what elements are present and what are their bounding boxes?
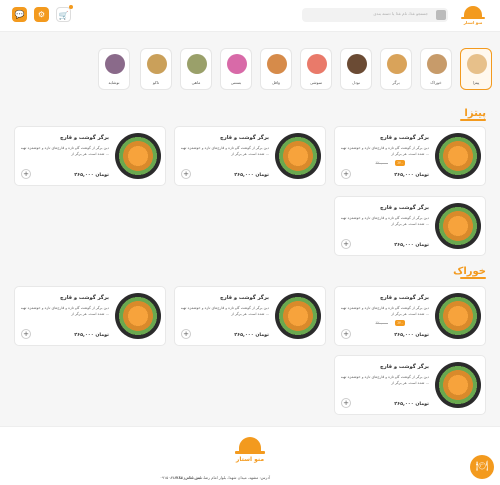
product-card[interactable]: برگر گوشت و قارچ دین برگر از گوشت گاو تاز… bbox=[174, 126, 326, 186]
cart-button[interactable]: 🛒 bbox=[56, 7, 71, 22]
product-card[interactable]: برگر گوشت و قارچ دین برگر از گوشت گاو تاز… bbox=[334, 196, 486, 256]
category-image bbox=[467, 54, 487, 74]
category-0[interactable]: پیتزا bbox=[460, 48, 492, 90]
product-description: دین برگر از گوشت گاو تازه و قارچ‌های تاز… bbox=[340, 375, 429, 385]
support-fab-button[interactable]: 🍽 bbox=[470, 455, 494, 479]
product-image bbox=[435, 133, 481, 179]
product-price: ۲۶۵,۰۰۰ تومان bbox=[74, 173, 109, 178]
old-price: ۳۲۰,۰۰۰ bbox=[375, 321, 388, 325]
product-description: دین برگر از گوشت گاو تازه و قارچ‌های تاز… bbox=[20, 306, 109, 316]
product-price: ۲۶۵,۰۰۰ تومان bbox=[234, 333, 269, 338]
product-card[interactable]: برگر گوشت و قارچ دین برگر از گوشت گاو تاز… bbox=[334, 355, 486, 415]
category-image bbox=[227, 54, 247, 74]
category-image bbox=[147, 54, 167, 74]
product-name: برگر گوشت و قارچ bbox=[380, 295, 429, 301]
product-price: ۲۶۵,۰۰۰ تومان bbox=[234, 173, 269, 178]
top-header: منو استار جستجو غذا، نام غذا یا دسته بند… bbox=[0, 0, 500, 32]
product-name: برگر گوشت و قارچ bbox=[60, 295, 109, 301]
search-input[interactable]: جستجو غذا، نام غذا یا دسته بندی bbox=[302, 8, 448, 22]
add-to-cart-button[interactable]: + bbox=[181, 169, 191, 179]
old-price: ۳۲۰,۰۰۰ bbox=[375, 161, 388, 165]
category-label: سوشی bbox=[309, 80, 323, 85]
category-image bbox=[387, 54, 407, 74]
product-name: برگر گوشت و قارچ bbox=[60, 135, 109, 141]
add-to-cart-button[interactable]: + bbox=[181, 329, 191, 339]
footer-logo: منو استار bbox=[233, 435, 267, 465]
product-card[interactable]: برگر گوشت و قارچ دین برگر از گوشت گاو تاز… bbox=[174, 286, 326, 346]
category-label: ماهی bbox=[191, 80, 201, 85]
category-8[interactable]: تاکو bbox=[140, 48, 172, 90]
search-icon[interactable] bbox=[436, 10, 446, 20]
category-1[interactable]: خوراک bbox=[420, 48, 452, 90]
add-to-cart-button[interactable]: + bbox=[21, 169, 31, 179]
add-to-cart-button[interactable]: + bbox=[341, 239, 351, 249]
category-4[interactable]: سوشی bbox=[300, 48, 332, 90]
product-name: برگر گوشت و قارچ bbox=[380, 135, 429, 141]
product-description: دین برگر از گوشت گاو تازه و قارچ‌های تاز… bbox=[340, 216, 429, 226]
product-image bbox=[275, 133, 321, 179]
product-price: ۲۶۵,۰۰۰ تومان bbox=[394, 333, 429, 338]
add-to-cart-button[interactable]: + bbox=[341, 169, 351, 179]
product-image bbox=[115, 133, 161, 179]
product-description: دین برگر از گوشت گاو تازه و قارچ‌های تاز… bbox=[340, 146, 429, 156]
product-description: دین برگر از گوشت گاو تازه و قارچ‌های تاز… bbox=[180, 146, 269, 156]
add-to-cart-button[interactable]: + bbox=[21, 329, 31, 339]
chat-button[interactable]: 💬 bbox=[12, 7, 27, 22]
product-image bbox=[115, 293, 161, 339]
category-6[interactable]: بستنی bbox=[220, 48, 252, 90]
product-card[interactable]: برگر گوشت و قارچ دین برگر از گوشت گاو تاز… bbox=[334, 126, 486, 186]
product-price: ۲۶۵,۰۰۰ تومان bbox=[394, 243, 429, 248]
product-price: ۲۶۵,۰۰۰ تومان bbox=[74, 333, 109, 338]
category-7[interactable]: ماهی bbox=[180, 48, 212, 90]
category-image bbox=[347, 54, 367, 74]
category-label: نوشابه bbox=[108, 80, 120, 85]
product-name: برگر گوشت و قارچ bbox=[380, 205, 429, 211]
product-image bbox=[435, 362, 481, 408]
category-label: پیتزا bbox=[472, 80, 480, 85]
category-label: نودل bbox=[352, 80, 360, 85]
category-label: وافل bbox=[272, 80, 280, 85]
section-title-khorak: خوراک bbox=[453, 266, 486, 279]
product-image bbox=[435, 203, 481, 249]
product-image bbox=[275, 293, 321, 339]
product-card[interactable]: برگر گوشت و قارچ دین برگر از گوشت گاو تاز… bbox=[14, 286, 166, 346]
product-description: دین برگر از گوشت گاو تازه و قارچ‌های تاز… bbox=[180, 306, 269, 316]
category-label: برگر bbox=[392, 80, 400, 85]
cart-badge bbox=[69, 5, 73, 9]
settings-button[interactable]: ⚙ bbox=[34, 7, 49, 22]
category-bar: پیتزا خوراک برگر نودل سوشی وافل بستنی ماهی تاکو ن… bbox=[90, 48, 492, 90]
discount-badge: ٪۲۰ bbox=[395, 160, 405, 166]
category-label: تاکو bbox=[152, 80, 160, 85]
category-2[interactable]: برگر bbox=[380, 48, 412, 90]
category-label: بستنی bbox=[230, 80, 242, 85]
product-price: ۲۶۵,۰۰۰ تومان bbox=[394, 402, 429, 407]
category-label: خوراک bbox=[430, 80, 442, 85]
category-9[interactable]: نوشابه bbox=[98, 48, 130, 90]
footer-phone: تلفن تماس: ۰۹۱۵۰۸۷۸۷۸۳ bbox=[160, 475, 203, 480]
category-image bbox=[307, 54, 327, 74]
product-name: برگر گوشت و قارچ bbox=[380, 364, 429, 370]
brand-logo[interactable]: منو استار bbox=[460, 4, 486, 26]
category-image bbox=[427, 54, 447, 74]
add-to-cart-button[interactable]: + bbox=[341, 329, 351, 339]
product-card[interactable]: برگر گوشت و قارچ دین برگر از گوشت گاو تاز… bbox=[334, 286, 486, 346]
footer: منو استار آدرس: مشهد، میدان شهدا، بلوار … bbox=[0, 426, 500, 485]
category-image bbox=[187, 54, 207, 74]
product-card[interactable]: برگر گوشت و قارچ دین برگر از گوشت گاو تاز… bbox=[14, 126, 166, 186]
product-name: برگر گوشت و قارچ bbox=[220, 135, 269, 141]
add-to-cart-button[interactable]: + bbox=[341, 398, 351, 408]
search-placeholder: جستجو غذا، نام غذا یا دسته بندی bbox=[373, 11, 428, 16]
category-image bbox=[267, 54, 287, 74]
category-image bbox=[105, 54, 125, 74]
category-3[interactable]: نودل bbox=[340, 48, 372, 90]
section-title-pizza: پیتزا bbox=[460, 108, 486, 121]
product-name: برگر گوشت و قارچ bbox=[220, 295, 269, 301]
product-image bbox=[435, 293, 481, 339]
product-price: ۲۶۵,۰۰۰ تومان bbox=[394, 173, 429, 178]
discount-badge: ٪۲۰ bbox=[395, 320, 405, 326]
product-description: دین برگر از گوشت گاو تازه و قارچ‌های تاز… bbox=[340, 306, 429, 316]
category-5[interactable]: وافل bbox=[260, 48, 292, 90]
product-description: دین برگر از گوشت گاو تازه و قارچ‌های تاز… bbox=[20, 146, 109, 156]
